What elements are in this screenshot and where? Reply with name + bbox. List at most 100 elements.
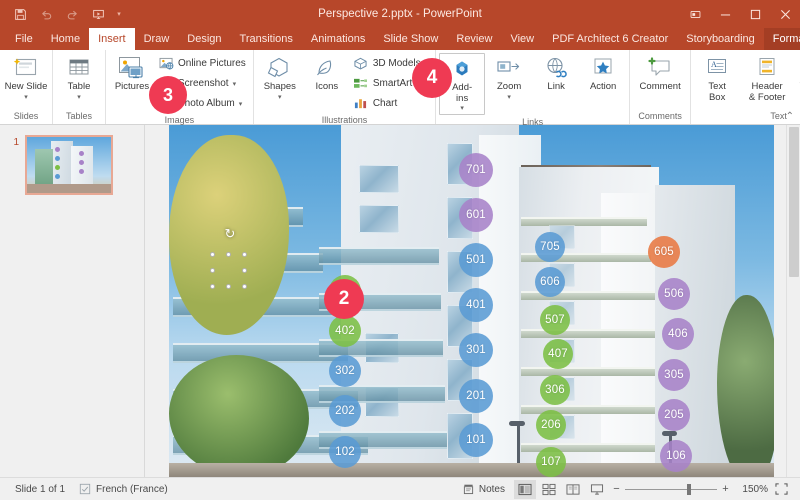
selection-handle-top-center[interactable] — [226, 252, 231, 257]
selection-handle-top-right[interactable] — [242, 252, 247, 257]
apartment-badge[interactable]: 705 — [535, 232, 565, 262]
redo-icon[interactable] — [60, 3, 84, 25]
tab-transitions[interactable]: Transitions — [231, 28, 302, 50]
zoom-in-button[interactable]: + — [719, 483, 732, 495]
annotation-step-number: 2 — [338, 288, 350, 309]
apartment-badge[interactable]: 106 — [660, 440, 692, 472]
apartment-badge[interactable]: 601 — [459, 198, 493, 232]
icons-button[interactable]: Icons — [304, 53, 350, 95]
tab-home[interactable]: Home — [42, 28, 89, 50]
tab-format[interactable]: Format — [763, 28, 800, 50]
zoom-out-button[interactable]: − — [610, 483, 623, 495]
zoom-button[interactable]: Zoom ▾ — [486, 53, 532, 103]
apartment-badge[interactable]: 606 — [535, 267, 565, 297]
tree — [717, 295, 774, 477]
qat-customize-icon[interactable]: ▾ — [112, 10, 126, 18]
window — [359, 165, 399, 193]
new-slide-button[interactable]: New Slide ▾ — [3, 53, 49, 103]
apartment-badge[interactable]: 701 — [459, 153, 493, 187]
tab-pdf-architect-creator[interactable]: PDF Architect 6 Creator — [543, 28, 677, 50]
tab-animations[interactable]: Animations — [302, 28, 374, 50]
apartment-badge[interactable]: 101 — [459, 423, 493, 457]
thumbnail-preview[interactable] — [25, 135, 113, 195]
maximize-icon[interactable] — [740, 0, 770, 28]
comment-button[interactable]: Comment — [633, 53, 687, 95]
selection-handle-middle-left[interactable] — [210, 268, 215, 273]
accessibility-checker[interactable]: French (France) — [72, 483, 175, 495]
selection-handle-middle-right[interactable] — [242, 268, 247, 273]
slideshow-button[interactable] — [586, 480, 608, 499]
tab-storyboarding[interactable]: Storyboarding — [677, 28, 764, 50]
apartment-badge[interactable]: 202 — [329, 395, 361, 427]
wordart-button[interactable]: A WordArt ▾ — [794, 53, 800, 103]
collapse-ribbon-icon[interactable]: ⌃ — [786, 111, 794, 122]
apartment-badge[interactable]: 406 — [662, 318, 694, 350]
slide-count[interactable]: Slide 1 of 1 — [8, 484, 72, 495]
apartment-badge[interactable]: 605 — [648, 236, 680, 268]
text-box-button[interactable]: A Text Box — [694, 53, 740, 105]
tab-view[interactable]: View — [501, 28, 543, 50]
tab-design[interactable]: Design — [178, 28, 230, 50]
tab-slide-show[interactable]: Slide Show — [374, 28, 447, 50]
save-icon[interactable] — [8, 3, 32, 25]
chevron-down-icon[interactable]: ▾ — [233, 80, 237, 88]
apartment-badge[interactable]: 206 — [536, 410, 566, 440]
chevron-down-icon[interactable]: ▾ — [507, 93, 511, 101]
vertical-scrollbar[interactable] — [786, 125, 800, 477]
selection-handle-top-left[interactable] — [210, 252, 215, 257]
apartment-badge[interactable]: 506 — [658, 278, 690, 310]
apartment-badge[interactable]: 301 — [459, 333, 493, 367]
slide-canvas[interactable]: 7016015014013012011015024023022021027056… — [169, 125, 774, 477]
tab-draw[interactable]: Draw — [135, 28, 179, 50]
chevron-down-icon[interactable]: ▾ — [239, 100, 243, 108]
slide-sorter-button[interactable] — [538, 480, 560, 499]
action-button[interactable]: Action — [580, 53, 626, 95]
link-button[interactable]: Link — [533, 53, 579, 95]
apartment-badge[interactable]: 306 — [540, 375, 570, 405]
apartment-badge[interactable]: 205 — [658, 399, 690, 431]
apartment-badge-label: 206 — [541, 419, 561, 431]
header-footer-button[interactable]: Header & Footer — [741, 53, 793, 105]
chart-button[interactable]: Chart — [351, 94, 432, 113]
table-button[interactable]: Table ▾ — [56, 53, 102, 103]
ledge — [521, 329, 659, 338]
vertical-scrollbar-thumb[interactable] — [789, 127, 799, 277]
thumbnail-item[interactable]: 1 — [0, 135, 144, 195]
normal-view-button[interactable] — [514, 479, 536, 499]
apartment-badge[interactable]: 401 — [459, 288, 493, 322]
selection-handle-bottom-right[interactable] — [242, 284, 247, 289]
zoom-level-label[interactable]: 150% — [734, 484, 768, 495]
ribbon-display-options-icon[interactable] — [680, 0, 710, 28]
tab-review[interactable]: Review — [447, 28, 501, 50]
selection-handle-bottom-center[interactable] — [226, 284, 231, 289]
chevron-down-icon[interactable]: ▾ — [460, 104, 464, 112]
notes-button[interactable]: Notes — [456, 483, 512, 495]
zoom-slider[interactable] — [625, 483, 717, 495]
online-pictures-button[interactable]: Online Pictures — [156, 54, 250, 73]
chevron-down-icon[interactable]: ▾ — [77, 93, 81, 101]
apartment-badge[interactable]: 305 — [658, 359, 690, 391]
tab-insert[interactable]: Insert — [89, 28, 135, 50]
apartment-badge[interactable]: 501 — [459, 243, 493, 277]
apartment-badge[interactable]: 107 — [536, 447, 566, 477]
zoom-slider-knob[interactable] — [687, 483, 691, 495]
fit-to-window-button[interactable] — [770, 480, 792, 499]
undo-icon[interactable] — [34, 3, 58, 25]
start-slideshow-icon[interactable] — [86, 3, 110, 25]
apartment-badge[interactable]: 407 — [543, 339, 573, 369]
apartment-badge[interactable]: 402 — [329, 315, 361, 347]
apartment-badge[interactable]: 201 — [459, 379, 493, 413]
chevron-down-icon[interactable]: ▾ — [278, 93, 282, 101]
selection-handle-bottom-left[interactable] — [210, 284, 215, 289]
minimize-icon[interactable] — [710, 0, 740, 28]
chevron-down-icon[interactable]: ▾ — [24, 93, 28, 101]
shapes-button[interactable]: Shapes ▾ — [257, 53, 303, 103]
close-icon[interactable] — [770, 0, 800, 28]
apartment-badge[interactable]: 102 — [329, 436, 361, 468]
apartment-badge[interactable]: 507 — [540, 305, 570, 335]
apartment-badge[interactable]: 302 — [329, 355, 361, 387]
reading-view-button[interactable] — [562, 480, 584, 499]
pictures-button[interactable]: Pictures — [109, 53, 155, 95]
rotate-handle[interactable]: ↻ — [223, 226, 237, 241]
tab-file[interactable]: File — [6, 28, 42, 50]
